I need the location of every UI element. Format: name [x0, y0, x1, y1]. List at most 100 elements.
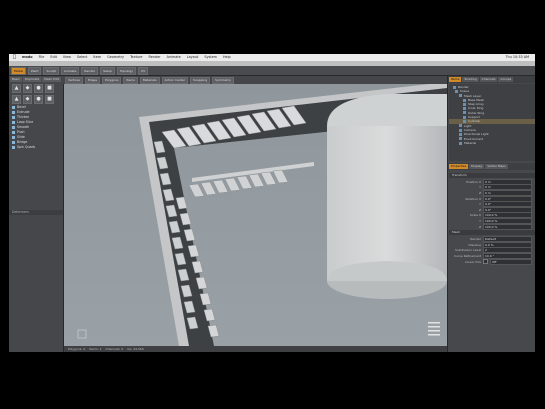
cone-tool-icon[interactable]: ▲	[12, 95, 21, 104]
mode-vertices[interactable]: Vertices	[65, 76, 83, 84]
menu-view[interactable]: View	[63, 54, 71, 61]
cylinder-tool-icon[interactable]: ●	[34, 84, 43, 93]
prop-label: Z	[478, 207, 481, 212]
tree-row[interactable]: Material	[449, 141, 535, 145]
torus-tool-icon[interactable]: ●	[34, 95, 43, 104]
visibility-eye-icon[interactable]	[459, 132, 462, 136]
visibility-eye-icon[interactable]	[463, 115, 466, 119]
prop-checkbox[interactable]	[483, 259, 488, 265]
tool-icon-row-2: ▲ ◆ ● ■	[9, 94, 63, 105]
mode-materials[interactable]: Materials	[139, 76, 160, 84]
menu-edit[interactable]: Edit	[50, 54, 57, 61]
item-list-tabs: Items Shading Channels Groups	[448, 76, 535, 83]
prop-label: Y	[479, 202, 481, 207]
slide-icon	[12, 136, 15, 139]
menu-help[interactable]: Help	[223, 54, 231, 61]
snapping-toggle[interactable]: Snapping	[190, 76, 211, 84]
cube-tool-icon[interactable]: ▲	[12, 84, 21, 93]
mesh-section[interactable]: Mesh	[449, 230, 535, 236]
prop-row: Linear UVs Off	[449, 258, 535, 265]
visibility-eye-icon[interactable]	[459, 141, 462, 145]
3d-viewport[interactable]	[64, 84, 447, 346]
tab-mesh-edit[interactable]: Mesh Edit	[42, 77, 61, 82]
menubar-clock: Thu 10:33 AM	[505, 55, 529, 59]
tab-basic[interactable]: Basic	[10, 77, 22, 82]
menu-render[interactable]: Render	[148, 54, 160, 61]
menu-item[interactable]: Item	[93, 54, 101, 61]
pen-tool-icon[interactable]: ■	[45, 95, 54, 104]
menu-app[interactable]: modo	[22, 54, 33, 61]
mode-polygons[interactable]: Polygons	[102, 76, 122, 84]
visibility-eye-icon[interactable]	[459, 94, 462, 98]
viewport-scene	[64, 84, 447, 346]
push-icon	[12, 131, 15, 134]
menu-geometry[interactable]: Geometry	[107, 54, 124, 61]
visibility-eye-icon[interactable]	[463, 107, 466, 111]
tab-groups[interactable]: Groups	[498, 77, 514, 82]
prop-field[interactable]: Off	[490, 258, 532, 265]
transform-section[interactable]: Transform	[449, 173, 535, 178]
visibility-eye-icon[interactable]	[459, 128, 462, 132]
menu-system[interactable]: System	[204, 54, 217, 61]
tool-icon-row-1: ▲ ◆ ● ■	[9, 83, 63, 94]
tab-items[interactable]: Items	[449, 77, 462, 82]
toolbar-model-tab[interactable]: Model	[11, 66, 27, 75]
status-items: Items: 1	[89, 347, 102, 351]
toolbar-sculpt-tab[interactable]: Sculpt	[43, 66, 59, 75]
right-panel: Items Shading Channels Groups Render Sce…	[447, 76, 535, 352]
visibility-eye-icon[interactable]	[455, 89, 458, 93]
visibility-eye-icon[interactable]	[463, 98, 466, 102]
toolbar-uv-tab[interactable]: UV	[138, 66, 149, 75]
prop-label: Linear UVs	[464, 259, 481, 264]
tab-shading[interactable]: Shading	[462, 77, 479, 82]
toolbar-topology-tab[interactable]: Topology	[116, 66, 137, 75]
menu-animate[interactable]: Animate	[167, 54, 181, 61]
tab-vertex-maps[interactable]: Vertex Maps	[485, 164, 508, 169]
item-tree: Render Scene Mesh Layer Base Mesh Step A…	[449, 84, 535, 161]
cylinder-mesh	[327, 94, 447, 299]
status-gl: GL: 24,560	[127, 347, 144, 351]
toolbar-render-tab[interactable]: Render	[81, 66, 99, 75]
mode-items[interactable]: Items	[123, 76, 138, 84]
visibility-eye-icon[interactable]	[463, 120, 466, 124]
toolbar-animate-tab[interactable]: Animate	[60, 66, 80, 75]
os-menubar:  modo File Edit View Select Item Geomet…	[9, 54, 535, 61]
tab-properties[interactable]: Properties	[449, 164, 469, 169]
status-polygons: Polygons: 0	[68, 347, 86, 351]
menu-layout[interactable]: Layout	[187, 54, 199, 61]
properties-tabs: Properties Display Vertex Maps	[448, 163, 535, 170]
bevel-icon	[12, 106, 15, 109]
tab-duplicate[interactable]: Duplicate	[22, 77, 42, 82]
plane-tool-icon[interactable]: ■	[45, 84, 54, 93]
capsule-tool-icon[interactable]: ◆	[23, 95, 32, 104]
toolbar-setup-tab[interactable]: Setup	[100, 66, 115, 75]
visibility-eye-icon[interactable]	[459, 124, 462, 128]
visibility-eye-icon[interactable]	[463, 111, 466, 115]
toolbar-paint-tab[interactable]: Paint	[28, 66, 42, 75]
smooth-icon	[12, 126, 15, 129]
apple-icon[interactable]: 	[13, 54, 16, 61]
prop-label: Rotation X	[465, 196, 481, 201]
selection-mode-bar: Vertices Edges Polygons Items Materials …	[63, 76, 447, 84]
prop-label: Position X	[466, 179, 481, 184]
menu-file[interactable]: File	[39, 54, 45, 61]
visibility-eye-icon[interactable]	[463, 102, 466, 106]
tab-display[interactable]: Display	[469, 164, 485, 169]
menu-texture[interactable]: Texture	[130, 54, 142, 61]
visibility-eye-icon[interactable]	[459, 137, 462, 141]
tool-spin-quads[interactable]: Spin Quads	[9, 145, 63, 150]
tool-label: Spin Quads	[17, 145, 36, 149]
mode-edges[interactable]: Edges	[84, 76, 101, 84]
visibility-eye-icon[interactable]	[453, 85, 456, 89]
app-window:  modo File Edit View Select Item Geomet…	[9, 54, 535, 352]
tool-panel-tabs: Basic Duplicate Mesh Edit	[9, 76, 63, 83]
sphere-tool-icon[interactable]: ◆	[23, 84, 32, 93]
status-bar: Polygons: 0 Items: 1 Channels: 0 GL: 24,…	[64, 346, 447, 352]
tab-channels[interactable]: Channels	[479, 77, 498, 82]
prop-label: Z	[478, 190, 481, 195]
prop-field[interactable]: 100.0 %	[483, 223, 532, 230]
action-center-dropdown[interactable]: Action Center	[161, 76, 189, 84]
menu-select[interactable]: Select	[77, 54, 87, 61]
symmetry-dropdown[interactable]: Symmetry	[212, 76, 234, 84]
deformers-section[interactable]: Deformers	[9, 210, 63, 215]
